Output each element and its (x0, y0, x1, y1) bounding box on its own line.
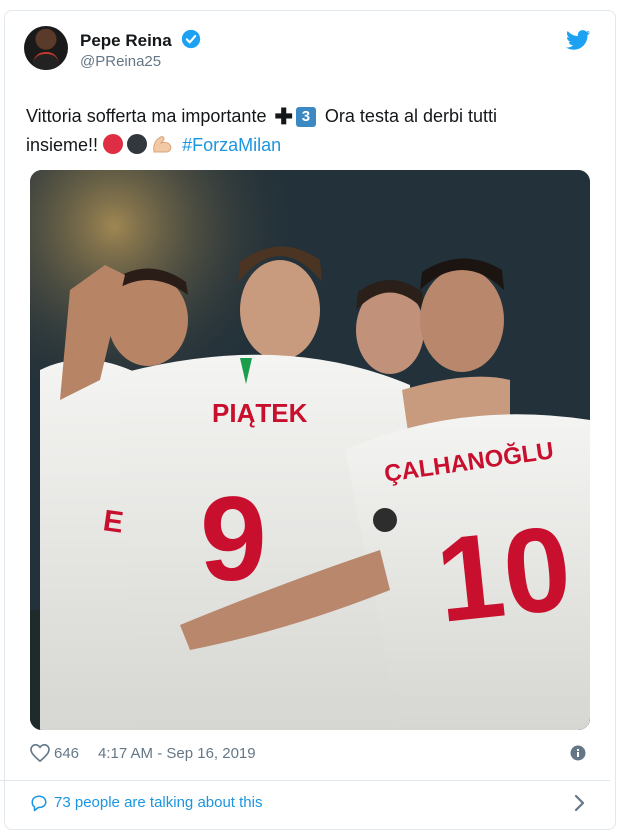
red-circle-icon (103, 134, 124, 154)
hashtag-link[interactable]: #ForzaMilan (182, 135, 281, 155)
twitter-bird-icon[interactable] (566, 30, 590, 50)
tweet-text: Vittoria sofferta ma importante ✚ 3 Ora t… (26, 102, 586, 159)
players-photo-illustration: Emir PIĄTEK 9 ÇALHANOĞLU 10 (30, 170, 590, 730)
keycap-number-icon: 3 (295, 107, 316, 127)
tweet-photo[interactable]: Emir PIĄTEK 9 ÇALHANOĞLU 10 (30, 170, 590, 730)
black-circle-icon (127, 134, 148, 154)
flexed-biceps-icon (153, 136, 172, 153)
jersey-left-number: 9 (200, 472, 267, 606)
heart-icon[interactable] (30, 744, 50, 762)
author-name-text[interactable]: Pepe Reina (80, 31, 172, 50)
divider (0, 780, 610, 781)
likes-count[interactable]: 646 (54, 745, 79, 762)
verified-badge-icon (182, 29, 201, 49)
info-icon[interactable] (570, 745, 586, 761)
conversation-link[interactable]: 73 people are talking about this (30, 792, 590, 816)
chevron-right-icon[interactable] (574, 794, 586, 812)
speech-bubble-icon (31, 795, 47, 812)
serie-a-badge-icon (373, 508, 397, 532)
plus-icon: ✚ (274, 104, 293, 129)
tweet-text-part3: insieme!! (26, 135, 99, 155)
tweet-text-part2: Ora testa al derbi tutti (324, 106, 498, 126)
author-name[interactable]: Pepe Reina (80, 29, 201, 51)
tweet-meta: 646 4:17 AM - Sep 16, 2019 (30, 742, 590, 766)
jersey-right-number: 10 (430, 501, 577, 648)
talking-count[interactable]: 73 people are talking about this (54, 794, 262, 811)
jersey-left-name: PIĄTEK (212, 398, 308, 428)
tweet-timestamp[interactable]: 4:17 AM - Sep 16, 2019 (98, 745, 256, 762)
author-handle[interactable]: @PReina25 (80, 53, 161, 70)
avatar[interactable] (24, 26, 68, 70)
tweet-text-part1: Vittoria sofferta ma importante (26, 106, 267, 126)
tweet-header: Pepe Reina @PReina25 (24, 26, 594, 82)
